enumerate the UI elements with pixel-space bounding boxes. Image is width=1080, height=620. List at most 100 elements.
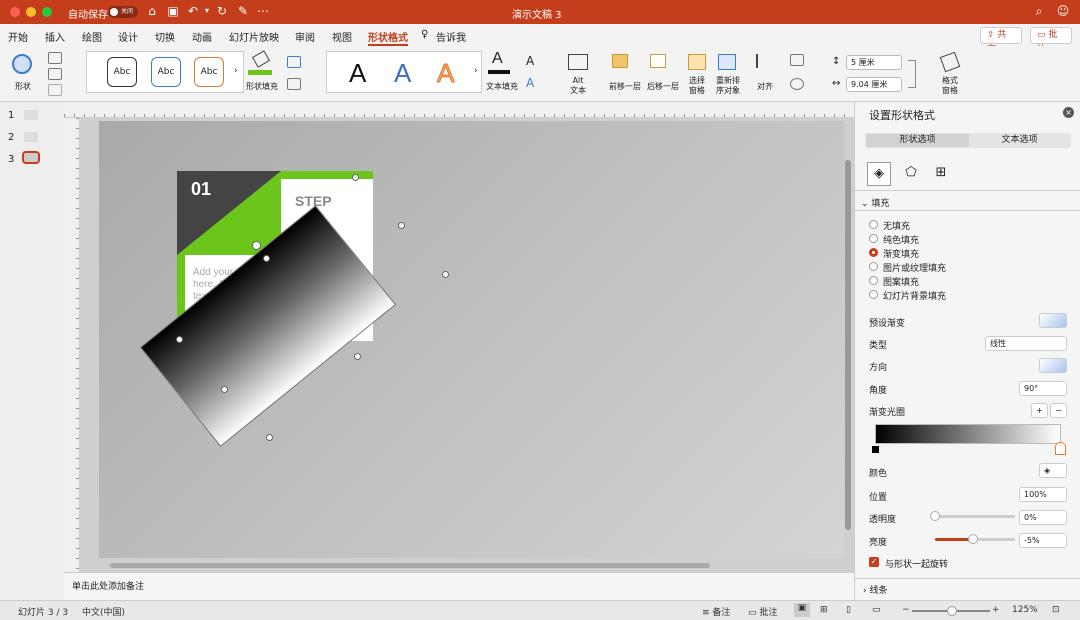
home-icon[interactable]: ⌂ [145, 4, 159, 18]
brightness-slider-thumb[interactable] [968, 534, 979, 544]
slide-3[interactable]: 01 STEP Add your text here. Add your tex… [99, 121, 844, 558]
size-properties-icon[interactable]: ⊞ [929, 162, 953, 186]
tab-draw[interactable]: 绘图 [82, 29, 102, 44]
brightness-slider-track[interactable] [935, 534, 1015, 544]
tab-transitions[interactable]: 切换 [155, 29, 175, 44]
shape-fill-button[interactable]: 形状填充 [246, 50, 280, 96]
preset-gradient-dropdown[interactable] [1039, 313, 1067, 328]
fill-option-picture[interactable]: 图片或纹理填充 [883, 261, 946, 274]
send-backward-button[interactable]: 后移一层 [644, 50, 682, 96]
autosave-toggle[interactable]: 关闭 [108, 6, 138, 18]
selection-pane-button[interactable]: 选择 窗格 [684, 50, 710, 96]
fill-option-picture-radio[interactable] [869, 262, 878, 271]
zoom-slider-thumb[interactable] [947, 606, 957, 616]
add-stop-button[interactable]: + [1031, 403, 1048, 418]
language-indicator[interactable]: 中文(中国) [82, 605, 125, 618]
tab-shape-options[interactable]: 形状选项 [866, 134, 969, 147]
color-picker-button[interactable]: ◈ [1039, 463, 1067, 478]
resize-handle[interactable] [398, 222, 405, 229]
close-pane-icon[interactable]: × [1063, 107, 1074, 118]
fill-section-header[interactable]: ⌄ 填充 [861, 196, 889, 209]
shapes-button[interactable]: 形状 [8, 50, 38, 94]
rotate-with-shape-label[interactable]: 与形状一起旋转 [885, 557, 948, 570]
gallery-next-icon[interactable]: › [234, 66, 238, 76]
comments-button[interactable]: ▭ 批注 [1030, 27, 1072, 55]
shape-style-preset-3[interactable]: Abc [194, 57, 224, 87]
search-icon[interactable]: ⌕ [1032, 4, 1046, 18]
gradient-stop-start[interactable] [872, 446, 879, 453]
transparency-slider-track[interactable] [930, 511, 1015, 521]
share-button[interactable]: ⇪ 共享 [980, 27, 1022, 55]
tab-view[interactable]: 视图 [332, 29, 352, 44]
undo-dropdown-icon[interactable]: ▾ [200, 4, 214, 18]
fill-option-none-radio[interactable] [869, 220, 878, 229]
tab-shape-format[interactable]: 形状格式 [368, 29, 408, 46]
tab-animations[interactable]: 动画 [192, 29, 212, 44]
save-icon[interactable]: ▣ [166, 4, 180, 18]
fit-to-window-icon[interactable]: ⊡ [1052, 605, 1060, 615]
zoom-level[interactable]: 125% [1012, 605, 1038, 615]
minimize-window-button[interactable] [26, 7, 36, 17]
effects-icon[interactable]: ⬠ [899, 162, 923, 186]
merge-shapes-icon[interactable] [48, 84, 62, 96]
bring-forward-button[interactable]: 前移一层 [606, 50, 644, 96]
comments-toggle[interactable]: ▭ 批注 [748, 605, 777, 618]
account-icon[interactable]: ☺ [1056, 4, 1070, 18]
group-icon[interactable] [790, 54, 804, 66]
zoom-slider[interactable] [912, 606, 990, 616]
remove-stop-button[interactable]: − [1050, 403, 1067, 418]
resize-handle[interactable] [354, 353, 361, 360]
slide-thumbnail-1[interactable] [24, 110, 38, 120]
rotate-icon[interactable] [790, 78, 804, 90]
resize-handle[interactable] [352, 174, 359, 181]
zoom-window-button[interactable] [42, 7, 52, 17]
slideshow-view-icon[interactable]: ▭ [872, 605, 881, 615]
undo-icon[interactable]: ↶ [186, 4, 200, 18]
alt-text-button[interactable]: Alt 文本 [564, 50, 592, 96]
fill-option-gradient-radio[interactable] [869, 248, 878, 257]
notes-area[interactable]: 单击此处添加备注 [64, 572, 854, 600]
resize-handle[interactable] [442, 271, 449, 278]
tab-home[interactable]: 开始 [8, 29, 28, 44]
gradient-type-dropdown[interactable]: 线性 [985, 336, 1067, 351]
close-window-button[interactable] [10, 7, 20, 17]
wordart-style-blue[interactable]: A [394, 58, 411, 88]
tab-insert[interactable]: 插入 [45, 29, 65, 44]
fill-option-pattern[interactable]: 图案填充 [883, 275, 919, 288]
more-icon[interactable]: ⋯ [256, 4, 270, 18]
brightness-field[interactable]: -5% [1019, 533, 1067, 548]
transparency-slider-thumb[interactable] [930, 511, 940, 521]
slide-thumbnail-3[interactable] [22, 151, 40, 164]
reorder-button[interactable]: 重新排 序对象 [712, 50, 744, 96]
text-outline-icon[interactable]: A [526, 54, 534, 68]
text-box-icon[interactable] [48, 68, 62, 80]
fill-option-none[interactable]: 无填充 [883, 219, 910, 232]
position-field[interactable]: 100% [1019, 487, 1067, 502]
line-section-header[interactable]: › 线条 [863, 583, 888, 596]
text-fill-button[interactable]: A 文本填充 [484, 50, 520, 96]
align-button[interactable]: 对齐 [750, 50, 780, 96]
fill-option-background-radio[interactable] [869, 290, 878, 299]
tab-slideshow[interactable]: 幻灯片放映 [229, 29, 279, 44]
tab-text-options[interactable]: 文本选项 [969, 134, 1070, 147]
tab-review[interactable]: 审阅 [295, 29, 315, 44]
shape-effects-icon[interactable] [287, 78, 301, 90]
resize-handle[interactable] [266, 434, 273, 441]
fill-option-solid-radio[interactable] [869, 234, 878, 243]
zoom-in-icon[interactable]: + [992, 605, 1000, 615]
fill-option-pattern-radio[interactable] [869, 276, 878, 285]
edit-shape-icon[interactable] [48, 52, 62, 64]
resize-handle[interactable] [176, 336, 183, 343]
resize-handle[interactable] [263, 255, 270, 262]
fill-option-solid[interactable]: 纯色填充 [883, 233, 919, 246]
normal-view-icon[interactable]: ▣ [794, 603, 810, 617]
resize-handle[interactable] [221, 386, 228, 393]
transparency-field[interactable]: 0% [1019, 510, 1067, 525]
rotate-handle[interactable] [252, 241, 261, 250]
wordart-next-icon[interactable]: › [474, 66, 478, 76]
edit-icon[interactable]: ✎ [236, 4, 250, 18]
zoom-out-icon[interactable]: − [902, 605, 910, 615]
shape-style-preset-2[interactable]: Abc [151, 57, 181, 87]
fill-option-gradient[interactable]: 渐变填充 [883, 247, 919, 260]
redo-icon[interactable]: ↻ [215, 4, 229, 18]
